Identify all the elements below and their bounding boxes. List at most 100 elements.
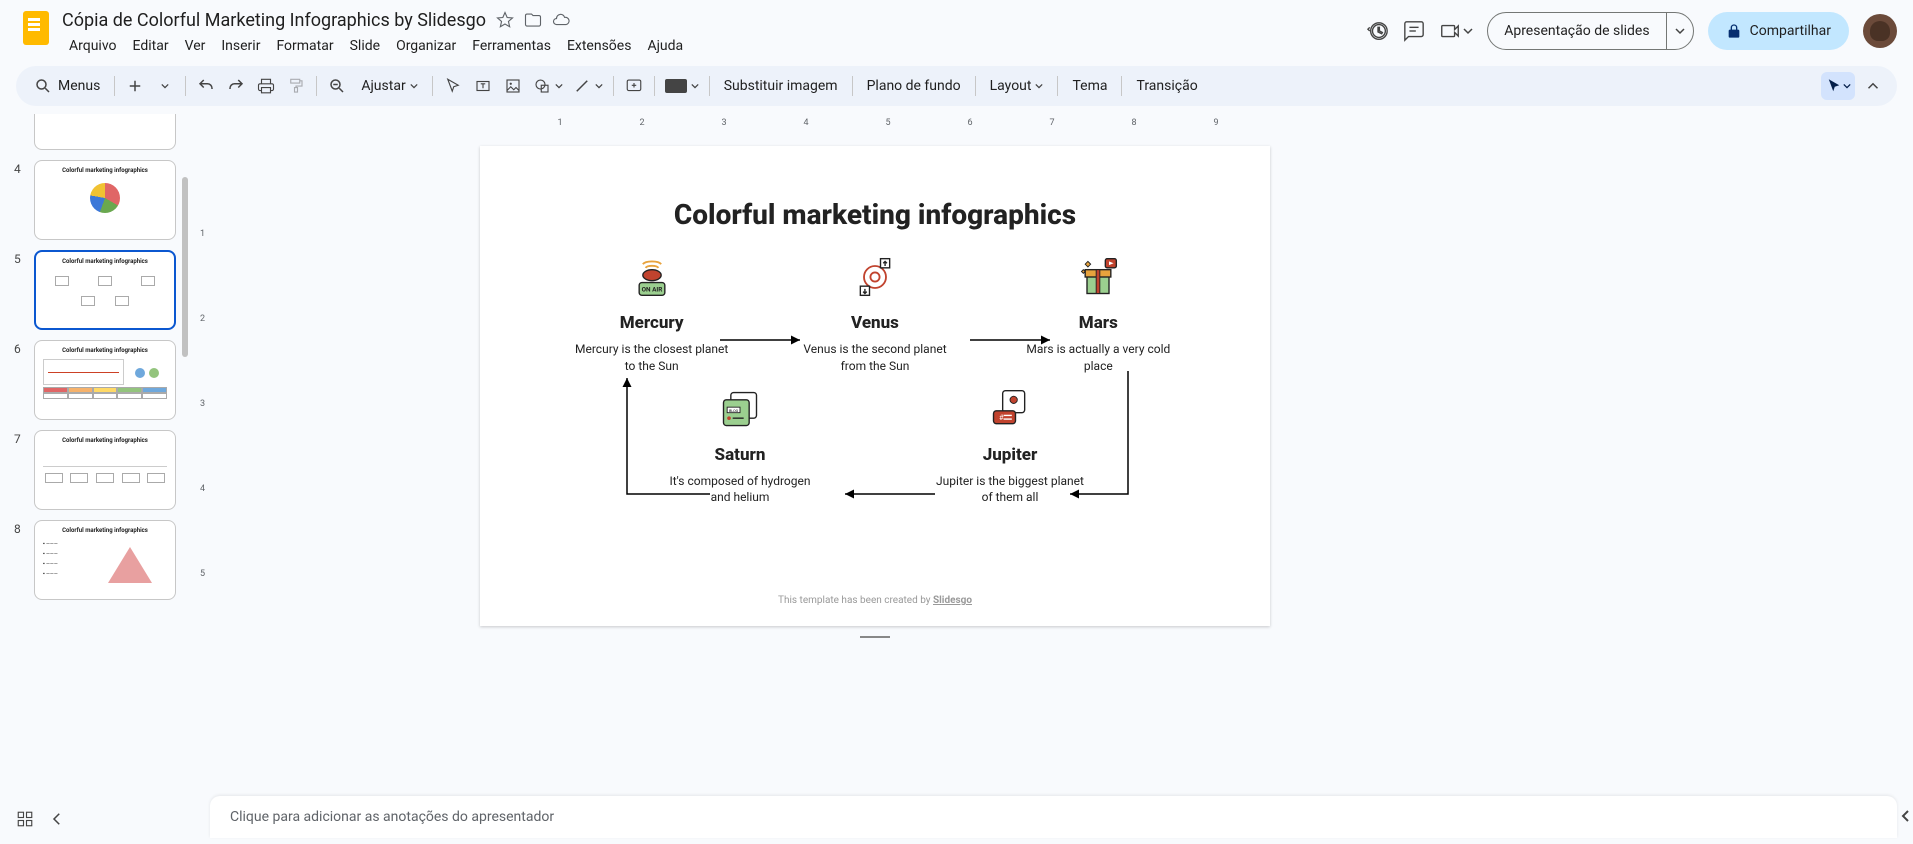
ruler-tick: 1 — [200, 229, 205, 239]
slide-divider — [860, 636, 890, 638]
info-item-mercury[interactable]: ON AIR Mercury Mercury is the closest pl… — [572, 255, 732, 375]
target-icon — [853, 255, 897, 299]
comments-icon[interactable] — [1403, 20, 1425, 42]
on-air-icon: ON AIR — [630, 255, 674, 299]
ruler-tick: 7 — [1049, 118, 1054, 128]
chevron-left-icon[interactable] — [48, 810, 66, 828]
toolbar: Menus Ajustar — [16, 66, 1897, 106]
redo-icon — [227, 77, 245, 95]
menu-formatar[interactable]: Formatar — [269, 34, 340, 58]
new-slide-button[interactable] — [121, 72, 149, 100]
zoom-button[interactable] — [323, 72, 351, 100]
social-icon: # — [988, 387, 1032, 431]
select-tool[interactable] — [439, 72, 467, 100]
chevron-down-icon — [410, 82, 418, 90]
collapse-toolbar-button[interactable] — [1859, 72, 1887, 100]
menubar: Arquivo Editar Ver Inserir Formatar Slid… — [62, 34, 1367, 58]
grid-view-icon[interactable] — [16, 810, 34, 828]
app-logo[interactable] — [16, 8, 56, 48]
slide-thumb-7[interactable]: Colorful marketing infographics — [34, 430, 176, 510]
editor-stage[interactable]: Colorful marketing infographics ON AIR M… — [210, 134, 1913, 844]
menu-extensoes[interactable]: Extensões — [560, 34, 639, 58]
slide-thumb-8[interactable]: Colorful marketing infographics ▪ ———▪ —… — [34, 520, 176, 600]
info-item-jupiter[interactable]: # Jupiter Jupiter is the biggest planet … — [930, 387, 1090, 507]
info-name: Venus — [795, 313, 955, 333]
paint-roller-icon — [287, 77, 305, 95]
slide-number: 7 — [14, 430, 28, 446]
redo-button[interactable] — [222, 72, 250, 100]
expand-sidepanel-button[interactable] — [1897, 800, 1913, 832]
chevron-down-icon — [1843, 82, 1851, 90]
info-desc: It's composed of hydrogen and helium — [660, 473, 820, 507]
vertical-ruler[interactable]: 1 2 3 4 5 — [190, 114, 210, 844]
meet-button[interactable] — [1439, 20, 1473, 42]
main-area: 4 Colorful marketing infographics 5 Colo… — [0, 114, 1913, 844]
menu-editar[interactable]: Editar — [126, 34, 176, 58]
print-button[interactable] — [252, 72, 280, 100]
undo-button[interactable] — [192, 72, 220, 100]
info-name: Mars — [1018, 313, 1178, 333]
paint-format-button[interactable] — [282, 72, 310, 100]
move-to-folder-icon[interactable] — [524, 11, 542, 29]
menu-slide[interactable]: Slide — [343, 34, 387, 58]
slide-thumb-4[interactable]: Colorful marketing infographics — [34, 160, 176, 240]
comment-tool[interactable] — [620, 72, 648, 100]
lock-icon — [1726, 23, 1742, 39]
ruler-tick: 1 — [557, 118, 562, 128]
layout-button[interactable]: Layout — [982, 72, 1052, 100]
slide-number: 4 — [14, 160, 28, 176]
fit-zoom-label: Ajustar — [361, 78, 405, 94]
info-item-venus[interactable]: Venus Venus is the second planet from th… — [795, 255, 955, 375]
speaker-notes[interactable]: Clique para adicionar as anotações do ap… — [210, 796, 1897, 838]
menu-ver[interactable]: Ver — [178, 34, 213, 58]
replace-image-button[interactable]: Substituir imagem — [716, 72, 846, 100]
info-name: Saturn — [660, 445, 820, 465]
textbox-tool[interactable] — [469, 72, 497, 100]
shape-tool[interactable] — [529, 72, 567, 100]
blog-icon: BLOG — [718, 387, 762, 431]
slide-thumb-5-selected[interactable]: Colorful marketing infographics — [34, 250, 176, 330]
slide-footer: This template has been created by Slides… — [480, 595, 1270, 606]
menu-ajuda[interactable]: Ajuda — [640, 34, 690, 58]
star-icon[interactable] — [496, 11, 514, 29]
filmstrip-scrollbar[interactable] — [182, 177, 188, 357]
header-right: Apresentação de slides Compartilhar — [1367, 8, 1897, 50]
image-tool[interactable] — [499, 72, 527, 100]
menu-arquivo[interactable]: Arquivo — [62, 34, 124, 58]
video-camera-icon — [1439, 20, 1461, 42]
account-avatar[interactable] — [1863, 14, 1897, 48]
transition-button[interactable]: Transição — [1128, 72, 1205, 100]
slideshow-button-main[interactable]: Apresentação de slides — [1488, 13, 1665, 49]
slide-canvas[interactable]: Colorful marketing infographics ON AIR M… — [480, 146, 1270, 626]
new-slide-dropdown[interactable] — [151, 72, 179, 100]
line-tool[interactable] — [569, 72, 607, 100]
info-desc: Mercury is the closest planet to the Sun — [572, 341, 732, 375]
menu-inserir[interactable]: Inserir — [214, 34, 267, 58]
cloud-status-icon[interactable] — [552, 11, 570, 29]
filmstrip[interactable]: 4 Colorful marketing infographics 5 Colo… — [0, 114, 190, 844]
background-button[interactable]: Plano de fundo — [859, 72, 969, 100]
slides-icon — [23, 11, 49, 45]
slide-title[interactable]: Colorful marketing infographics — [480, 146, 1270, 231]
info-item-mars[interactable]: Mars Mars is actually a very cold place — [1018, 255, 1178, 375]
theme-button[interactable]: Tema — [1064, 72, 1115, 100]
chevron-down-icon — [1463, 26, 1473, 36]
ruler-tick: 2 — [200, 314, 205, 324]
document-title[interactable]: Cópia de Colorful Marketing Infographics… — [62, 10, 486, 31]
ruler-tick: 4 — [200, 484, 205, 494]
info-desc: Jupiter is the biggest planet of them al… — [930, 473, 1090, 507]
horizontal-ruler[interactable]: 1 2 3 4 5 6 7 8 9 — [210, 114, 1913, 134]
menu-ferramentas[interactable]: Ferramentas — [465, 34, 558, 58]
menu-organizar[interactable]: Organizar — [389, 34, 463, 58]
slideshow-button-dropdown[interactable] — [1666, 13, 1693, 49]
pointer-mode-group[interactable] — [1821, 72, 1855, 100]
share-button[interactable]: Compartilhar — [1708, 12, 1849, 50]
slide-thumb-6[interactable]: Colorful marketing infographics — [34, 340, 176, 420]
info-item-saturn[interactable]: BLOG Saturn It's composed of hydrogen an… — [660, 387, 820, 507]
mask-image-tool[interactable] — [661, 72, 703, 100]
fit-zoom-select[interactable]: Ajustar — [353, 72, 425, 100]
slide-thumb-3[interactable] — [34, 114, 176, 150]
chevron-down-icon — [1675, 26, 1685, 36]
history-icon[interactable] — [1367, 20, 1389, 42]
menu-search[interactable]: Menus — [26, 72, 108, 100]
